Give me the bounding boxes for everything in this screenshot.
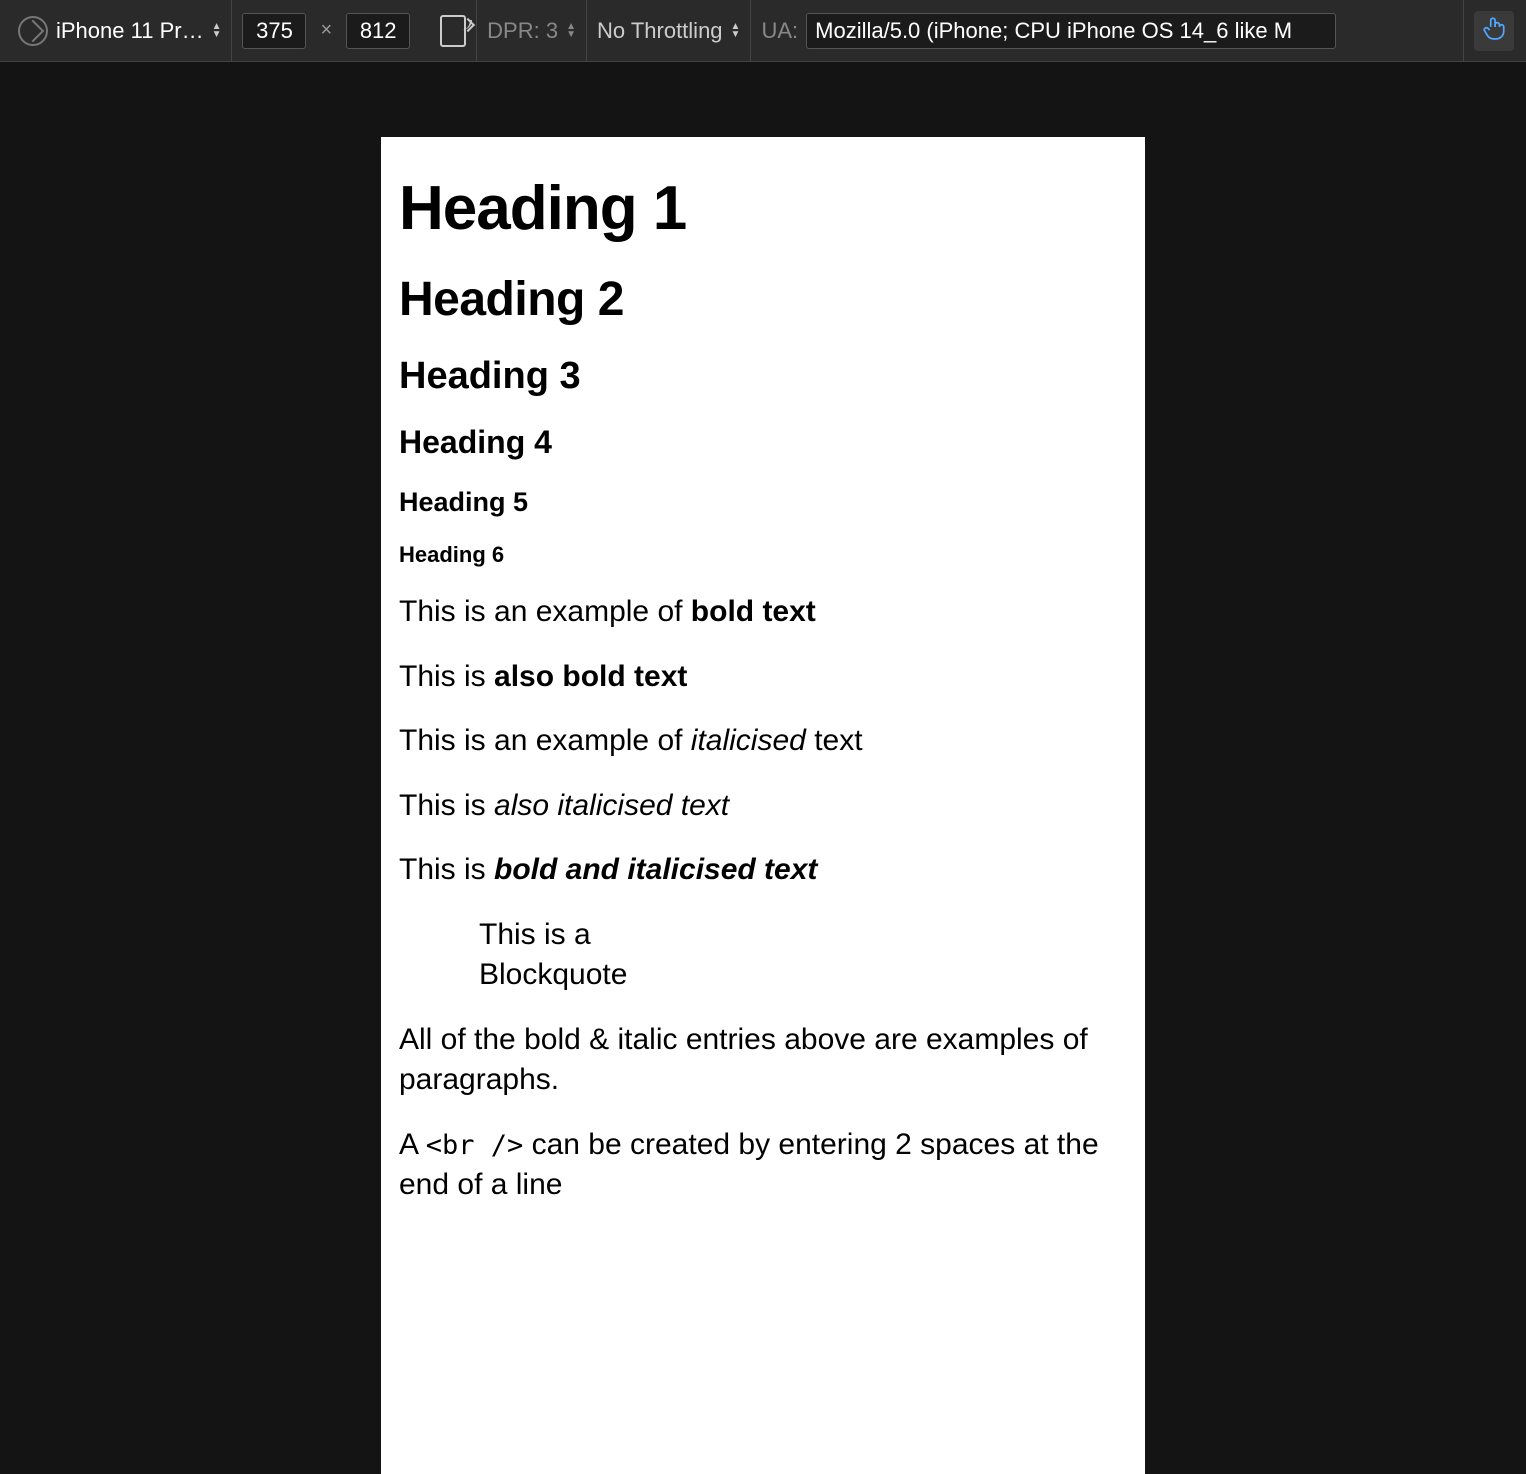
viewport-width-input[interactable] [242, 13, 306, 49]
viewport-height-input[interactable] [346, 13, 410, 49]
compass-icon [18, 16, 48, 46]
paragraph-summary: All of the bold & italic entries above a… [399, 1020, 1127, 1101]
heading-2: Heading 2 [399, 272, 1127, 327]
heading-3: Heading 3 [399, 355, 1127, 398]
text-run: This is an example of [399, 595, 691, 628]
text-run: text [806, 724, 863, 757]
italic-text: italicised [691, 724, 806, 757]
paragraph-br-note: A <br /> can be created by entering 2 sp… [399, 1125, 1127, 1206]
bold-italic-text: bold and italicised text [494, 853, 817, 886]
paragraph-italic-example: This is an example of italicised text [399, 721, 1127, 762]
rotate-icon[interactable] [440, 15, 466, 47]
dpr-label: DPR: 3 [487, 18, 558, 44]
bold-text: also bold text [494, 660, 687, 693]
dimensions-separator: × [314, 19, 338, 42]
chevron-updown-icon: ▲▼ [566, 23, 576, 39]
dimensions-segment: × [232, 0, 477, 61]
italic-text: also italicised text [494, 789, 729, 822]
heading-1: Heading 1 [399, 173, 1127, 244]
responsive-design-toolbar: iPhone 11 Pr… ▲▼ × DPR: 3 ▲▼ No Throttli… [0, 0, 1526, 62]
text-run: A [399, 1128, 426, 1161]
paragraph-also-italic: This is also italicised text [399, 786, 1127, 827]
device-select[interactable]: iPhone 11 Pr… ▲▼ [56, 18, 221, 44]
heading-6: Heading 6 [399, 542, 1127, 568]
code-inline: <br /> [426, 1130, 524, 1161]
throttling-label: No Throttling [597, 18, 723, 44]
ua-label: UA: [761, 18, 798, 44]
paragraph-bold-example: This is an example of bold text [399, 592, 1127, 633]
touch-simulation-button[interactable] [1474, 11, 1514, 51]
chevron-updown-icon: ▲▼ [731, 23, 741, 39]
simulated-device-viewport[interactable]: Heading 1 Heading 2 Heading 3 Heading 4 … [381, 137, 1145, 1474]
chevron-updown-icon: ▲▼ [212, 23, 222, 39]
blockquote: This is a Blockquote [479, 915, 739, 996]
text-run: This is [399, 660, 494, 693]
dpr-segment[interactable]: DPR: 3 ▲▼ [477, 0, 587, 61]
touch-segment [1464, 0, 1518, 61]
touch-icon [1481, 15, 1507, 47]
user-agent-input[interactable] [806, 13, 1336, 49]
ua-segment: UA: [751, 0, 1464, 61]
paragraph-bold-italic: This is bold and italicised text [399, 850, 1127, 891]
text-run: This is an example of [399, 724, 691, 757]
throttling-segment[interactable]: No Throttling ▲▼ [587, 0, 751, 61]
device-selector-segment: iPhone 11 Pr… ▲▼ [8, 0, 232, 61]
text-run: This is [399, 789, 494, 822]
device-select-label: iPhone 11 Pr… [56, 18, 204, 44]
text-run: This is [399, 853, 494, 886]
paragraph-also-bold: This is also bold text [399, 657, 1127, 698]
bold-text: bold text [691, 595, 816, 628]
heading-4: Heading 4 [399, 424, 1127, 461]
heading-5: Heading 5 [399, 487, 1127, 518]
viewport-area: Heading 1 Heading 2 Heading 3 Heading 4 … [0, 62, 1526, 1474]
